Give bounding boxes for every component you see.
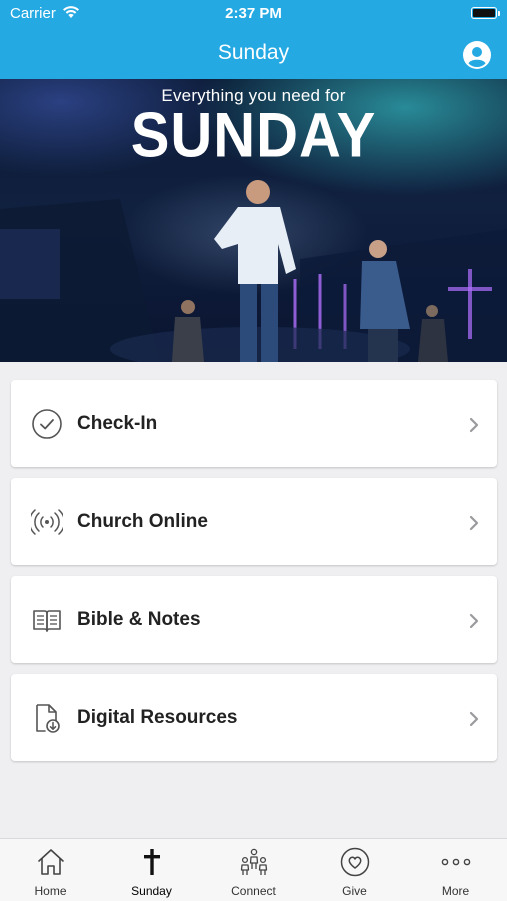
tab-label: Sunday	[131, 884, 172, 898]
check-circle-icon	[32, 409, 62, 439]
tab-label: More	[441, 884, 470, 898]
status-time: 2:37 PM	[225, 5, 282, 22]
tab-connect[interactable]: Connect	[203, 839, 304, 901]
file-download-icon	[36, 704, 60, 733]
tab-label: Give	[342, 884, 367, 898]
open-book-icon	[33, 610, 61, 632]
menu-item-label: Digital Resources	[77, 707, 238, 728]
page-title: Sunday	[217, 41, 290, 64]
chevron-right-icon	[469, 515, 479, 531]
hero-heading: SUNDAY	[130, 100, 377, 171]
battery-icon	[471, 7, 497, 19]
tab-more[interactable]: More	[405, 839, 506, 901]
tab-sunday[interactable]: Sunday	[101, 839, 202, 901]
menu-item-digital-resources[interactable]: Digital Resources	[11, 674, 497, 761]
app-header: Carrier 2:37 PM Sunday	[0, 0, 507, 79]
tab-give[interactable]: Give	[304, 839, 405, 901]
tab-label: Connect	[231, 884, 276, 898]
heart-icon	[340, 847, 370, 877]
cross-icon	[144, 849, 160, 875]
chevron-right-icon	[469, 711, 479, 727]
menu-item-church-online[interactable]: Church Online	[11, 478, 497, 565]
menu-item-label: Check-In	[77, 413, 158, 434]
menu-item-label: Bible & Notes	[77, 609, 201, 630]
tab-home[interactable]: Home	[0, 839, 101, 901]
chevron-right-icon	[469, 417, 479, 433]
battery-cap	[498, 11, 500, 16]
more-dots-icon	[441, 858, 471, 866]
people-icon	[240, 848, 268, 875]
broadcast-icon	[31, 509, 63, 535]
menu-item-bible-notes[interactable]: Bible & Notes	[11, 576, 497, 663]
menu-item-check-in[interactable]: Check-In	[11, 380, 497, 467]
home-icon	[38, 849, 64, 875]
status-bar: Carrier 2:37 PM	[0, 0, 507, 28]
tab-label: Home	[34, 884, 67, 898]
tab-bar: Home Sunday Connect Give More	[0, 838, 507, 901]
hero-banner[interactable]: Everything you need for SUNDAY	[0, 79, 507, 362]
profile-icon[interactable]	[463, 41, 491, 69]
chevron-right-icon	[469, 613, 479, 629]
menu-item-label: Church Online	[77, 511, 208, 532]
